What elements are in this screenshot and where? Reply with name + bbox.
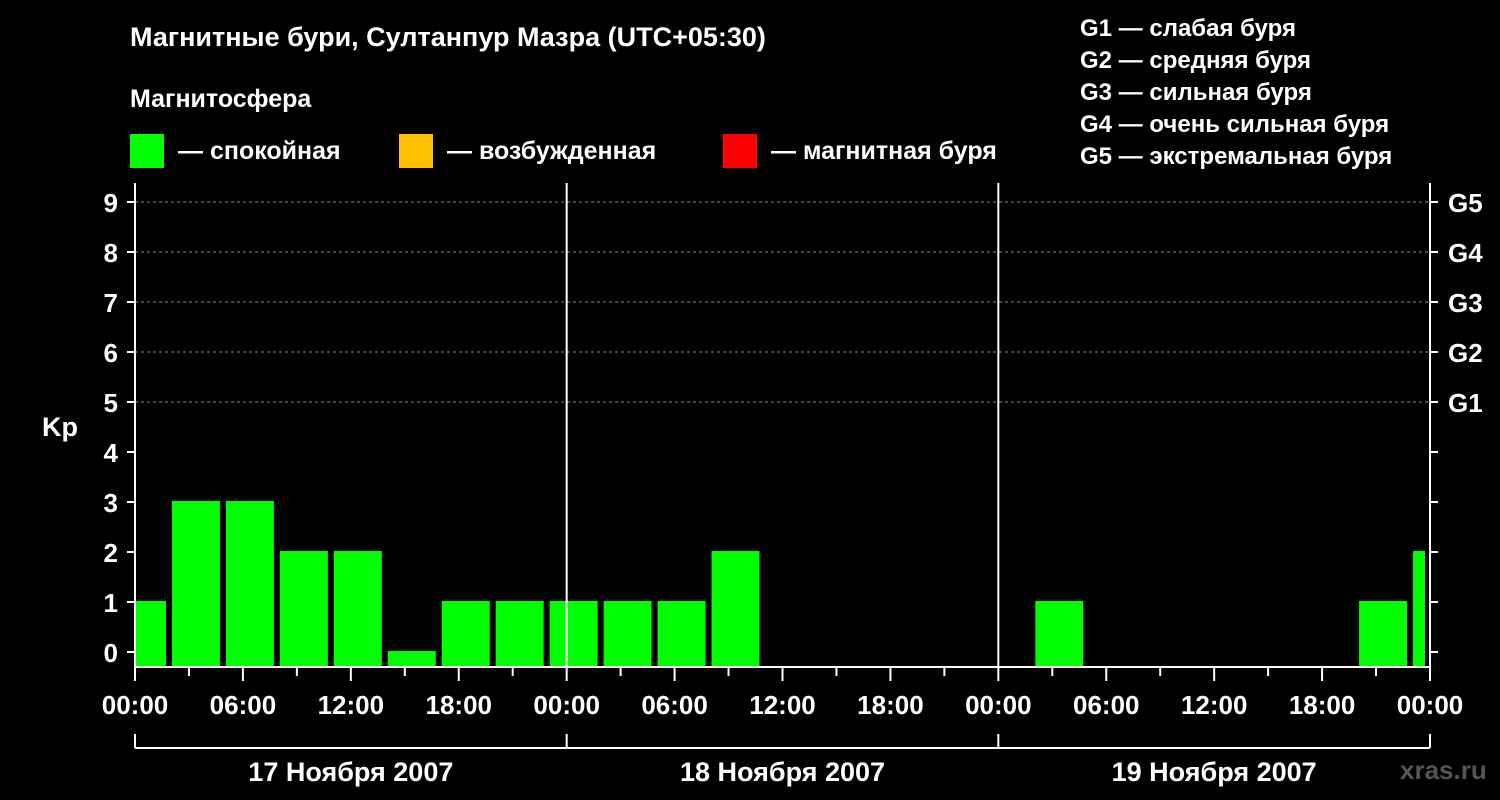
watermark: xras.ru [1400,755,1487,785]
g-axis-label: G1 [1448,388,1483,418]
g-axis-label: G3 [1448,288,1483,318]
x-tick-label: 00:00 [102,690,169,720]
kp-bar [333,551,382,667]
x-tick-label: 06:00 [641,690,708,720]
x-tick-label: 00:00 [533,690,600,720]
y-tick-label: 9 [104,188,118,218]
kp-bar [136,601,166,667]
x-tick-label: 18:00 [857,690,924,720]
y-tick-label: 8 [104,238,118,268]
kp-bar [711,551,760,667]
x-tick-label: 06:00 [210,690,277,720]
g-axis-label: G5 [1448,188,1483,218]
x-tick-label: 18:00 [426,690,493,720]
y-tick-label: 5 [104,388,118,418]
y-tick-label: 0 [104,638,118,668]
x-tick-label: 18:00 [1289,690,1356,720]
y-tick-label: 1 [104,588,118,618]
kp-bar [549,601,598,667]
kp-chart: 0 1 2 3 4 5 6 7 8 9 G1 G2 G3 G4 G5 00:00 06:00 12:00 18:00… [102,183,1483,787]
y-tick-label: 4 [104,438,119,468]
y-tick-label: 2 [104,538,118,568]
kp-bar [387,651,436,667]
g-axis-label: G2 [1448,338,1483,368]
kp-bar [495,601,544,667]
y-tick-label: 7 [104,288,118,318]
kp-bar [657,601,706,667]
kp-bar [279,551,328,667]
kp-bar [1035,601,1084,667]
x-tick-label: 06:00 [1073,690,1140,720]
day-label: 17 Ноября 2007 [248,757,453,787]
x-tick-label: 00:00 [1397,690,1464,720]
x-tick-label: 12:00 [318,690,385,720]
kp-bar [1359,601,1408,667]
day-label: 19 Ноября 2007 [1112,757,1317,787]
x-tick-label: 12:00 [1181,690,1248,720]
g-axis-label: G4 [1448,238,1483,268]
y-tick-label: 6 [104,338,118,368]
kp-bar [603,601,652,667]
kp-bar [441,601,490,667]
x-tick-label: 00:00 [965,690,1032,720]
kp-bar [171,501,220,667]
x-tick-label: 12:00 [749,690,816,720]
kp-bar [1413,551,1425,667]
y-tick-label: 3 [104,488,118,518]
day-label: 18 Ноября 2007 [680,757,885,787]
kp-bar [225,501,274,667]
